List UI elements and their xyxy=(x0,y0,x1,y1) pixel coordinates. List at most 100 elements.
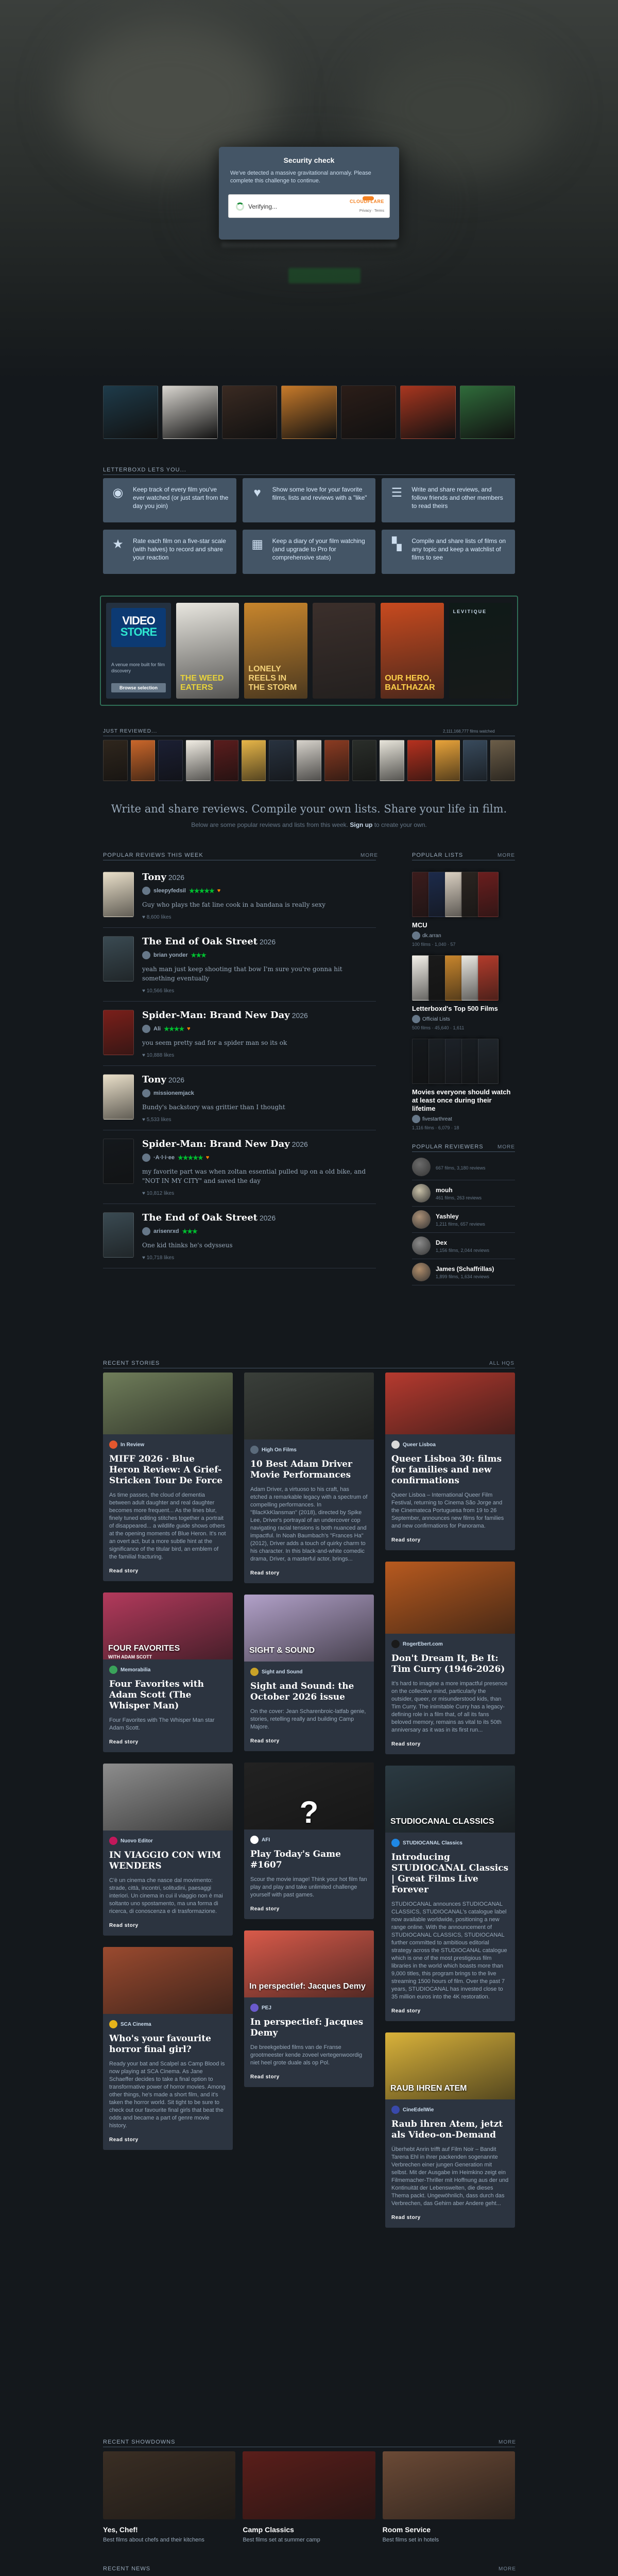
story-source[interactable]: High On Films xyxy=(250,1446,368,1454)
review-film-year[interactable]: 2026 xyxy=(292,1140,308,1148)
review-text[interactable]: Bundy's backstory was grittier than I th… xyxy=(142,1103,376,1112)
avatar[interactable] xyxy=(142,951,150,959)
story-image[interactable] xyxy=(103,1947,233,2014)
read-story-link[interactable]: Read story xyxy=(250,1738,368,1744)
story-source[interactable]: PEJ xyxy=(250,2004,368,2012)
avatar[interactable] xyxy=(142,1154,150,1162)
review-username[interactable]: Ali xyxy=(153,1026,161,1032)
reviewed-poster[interactable] xyxy=(490,740,516,781)
showdowns-more-link[interactable]: More xyxy=(499,2439,516,2445)
story-card[interactable]: Nuovo Editor IN VIAGGIO CON WIM WENDERS C'… xyxy=(103,1764,233,1936)
read-story-link[interactable]: Read story xyxy=(250,2074,368,2080)
story-card[interactable]: FOUR FAVORITES WITH ADAM SCOTT Memorabilia… xyxy=(103,1592,233,1752)
story-card[interactable]: ? AFI Play Today's Game #1607 Scour the mov… xyxy=(244,1762,374,1919)
read-story-link[interactable]: Read story xyxy=(250,1906,368,1912)
list-title[interactable]: Movies everyone should watch at least on… xyxy=(412,1088,515,1113)
story-source[interactable]: SCA Cinema xyxy=(109,2020,227,2028)
story-card[interactable]: In perspectief: Jacques Demy PEJ In perspe… xyxy=(244,1930,374,2087)
story-source[interactable]: Memorabilia xyxy=(109,1666,227,1674)
film-poster[interactable] xyxy=(281,385,337,439)
read-story-link[interactable]: Read story xyxy=(391,1741,509,1747)
story-title[interactable]: Who's your favourite horror final girl? xyxy=(109,2033,227,2055)
reviewer-avatar[interactable] xyxy=(412,1210,431,1229)
reviewed-poster[interactable] xyxy=(213,740,238,781)
film-poster[interactable] xyxy=(162,385,218,439)
review-film-year[interactable]: 2026 xyxy=(168,873,184,882)
showdown-image[interactable] xyxy=(103,2451,236,2519)
showdown-title[interactable]: Room Service xyxy=(383,2526,515,2534)
reviewed-poster[interactable] xyxy=(297,740,321,781)
review-likes[interactable]: ♥ 10,566 likes xyxy=(142,988,376,994)
list-title[interactable]: MCU xyxy=(412,921,515,929)
review-text[interactable]: Guy who plays the fat line cook in a ban… xyxy=(142,900,376,909)
showdown-image[interactable] xyxy=(382,2451,515,2519)
read-story-link[interactable]: Read story xyxy=(391,1537,509,1543)
story-source[interactable]: Queer Lisboa xyxy=(391,1440,509,1449)
showdown-title[interactable]: Camp Classics xyxy=(243,2526,375,2534)
read-story-link[interactable]: Read story xyxy=(109,1568,227,1574)
story-image[interactable] xyxy=(244,1372,374,1439)
story-card[interactable]: Queer Lisboa Queer Lisboa 30: films for f… xyxy=(385,1372,515,1550)
review-poster[interactable] xyxy=(103,872,134,917)
list-poster-stack[interactable] xyxy=(412,1039,515,1084)
story-title[interactable]: IN VIAGGIO CON WIM WENDERS xyxy=(109,1850,227,1872)
story-source[interactable]: Sight and Sound xyxy=(250,1668,368,1676)
review-text[interactable]: my favorite part was when zoltan essenti… xyxy=(142,1167,376,1185)
review-text[interactable]: yeah man just keep shooting that bow I'm… xyxy=(142,964,376,983)
list-title[interactable]: Letterboxd's Top 500 Films xyxy=(412,1005,515,1013)
story-title[interactable]: 10 Best Adam Driver Movie Performances xyxy=(250,1459,368,1481)
story-card[interactable]: SIGHT & SOUND Sight and Sound Sight and So… xyxy=(244,1595,374,1751)
news-more-link[interactable]: More xyxy=(499,2566,516,2572)
review-text[interactable]: you seem pretty sad for a spider man so … xyxy=(142,1038,376,1047)
showdown-title[interactable]: Yes, Chef! xyxy=(103,2526,235,2534)
review-likes[interactable]: ♥ 10,718 likes xyxy=(142,1255,376,1261)
review-film-title[interactable]: Spider-Man: Brand New Day 2026 xyxy=(142,1139,376,1149)
reviewer-name[interactable]: mouh xyxy=(436,1187,482,1194)
review-likes[interactable]: ♥ 8,600 likes xyxy=(142,914,376,920)
story-source[interactable]: STUDIOCANAL Classics xyxy=(391,1839,509,1847)
review-poster[interactable] xyxy=(103,1212,134,1258)
showdown-image[interactable] xyxy=(243,2451,375,2519)
story-image[interactable]: ? xyxy=(244,1762,374,1829)
reviewer-item[interactable]: 667 films, 3,180 reviews xyxy=(412,1154,515,1180)
privacy-terms-links[interactable]: Privacy · Terms xyxy=(359,209,384,213)
reviewer-name[interactable]: Yashley xyxy=(436,1213,485,1220)
showdown-card[interactable]: Yes, Chef! Best films about chefs and the… xyxy=(103,2451,236,2543)
story-source[interactable]: AFI xyxy=(250,1836,368,1844)
review-poster[interactable] xyxy=(103,1074,134,1120)
reviewed-poster[interactable] xyxy=(103,740,128,781)
review-poster[interactable] xyxy=(103,1139,134,1184)
review-username[interactable]: sleepyfedsil xyxy=(153,888,186,894)
showdown-card[interactable]: Camp Classics Best films set at summer ca… xyxy=(243,2451,375,2543)
video-store-promo[interactable]: VIDEO STORE A venue more built for film d… xyxy=(100,596,518,706)
avatar[interactable] xyxy=(142,887,150,895)
list-poster-stack[interactable] xyxy=(412,955,515,1001)
popular-reviews-more-link[interactable]: More xyxy=(360,853,378,858)
story-title[interactable]: In perspectief: Jacques Demy xyxy=(250,2017,368,2039)
list-owner[interactable]: dk.arran xyxy=(412,931,515,940)
read-story-link[interactable]: Read story xyxy=(109,1739,227,1745)
story-title[interactable]: Play Today's Game #1607 xyxy=(250,1849,368,1871)
list-owner[interactable]: fivestarthreat xyxy=(412,1115,515,1123)
story-title[interactable]: MIFF 2026 · Blue Heron Review: A Grief-S… xyxy=(109,1454,227,1486)
reviewer-avatar[interactable] xyxy=(412,1263,431,1281)
read-story-link[interactable]: Read story xyxy=(250,1570,368,1576)
reviewer-avatar[interactable] xyxy=(412,1184,431,1202)
story-image[interactable] xyxy=(103,1764,233,1831)
list-owner[interactable]: Official Lists xyxy=(412,1015,515,1023)
review-film-year[interactable]: 2026 xyxy=(260,938,276,946)
review-film-year[interactable]: 2026 xyxy=(292,1011,308,1020)
story-image[interactable]: STUDIOCANAL CLASSICS xyxy=(385,1766,515,1833)
story-title[interactable]: Queer Lisboa 30: films for families and … xyxy=(391,1454,509,1486)
popular-lists-more-link[interactable]: More xyxy=(497,853,515,858)
promo-poster[interactable]: Lonely Reels in the Storm xyxy=(244,603,307,699)
reviewer-item[interactable]: mouh 461 films, 263 reviews xyxy=(412,1180,515,1207)
reviewer-item[interactable]: James (Schaffrillas) 1,899 films, 1,634 r… xyxy=(412,1259,515,1285)
story-source[interactable]: RogerEbert.com xyxy=(391,1640,509,1648)
browse-selection-button[interactable]: Browse selection xyxy=(111,683,166,692)
read-story-link[interactable]: Read story xyxy=(109,1923,227,1928)
all-hqs-link[interactable]: All HQs xyxy=(489,1361,514,1366)
review-film-title[interactable]: Tony 2026 xyxy=(142,872,376,883)
story-image[interactable]: FOUR FAVORITES WITH ADAM SCOTT xyxy=(103,1592,233,1659)
reviewed-poster[interactable] xyxy=(269,740,294,781)
